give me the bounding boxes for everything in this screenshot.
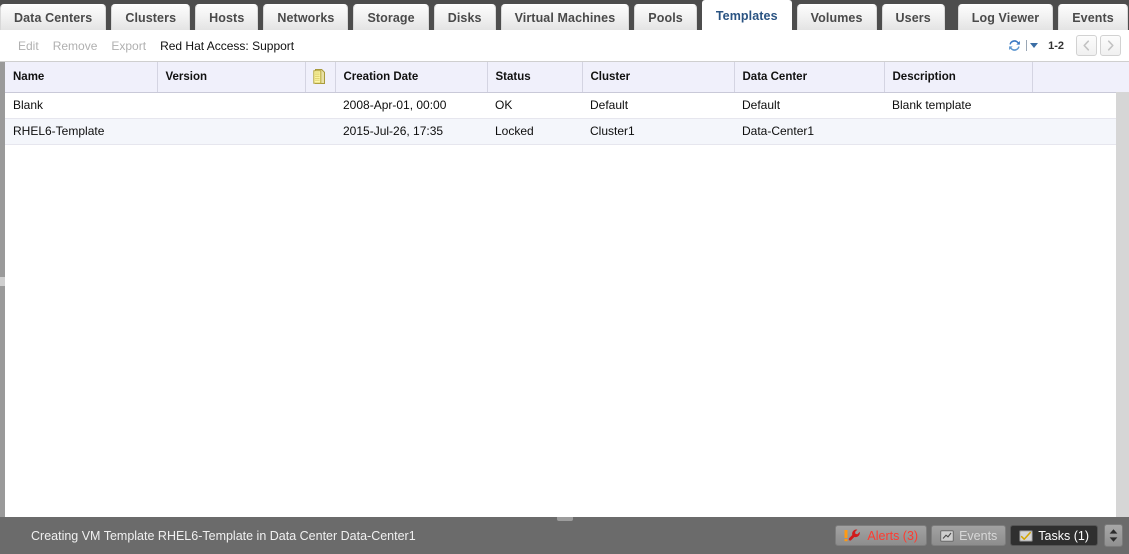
column-header-creation-date[interactable]: Creation Date [335, 62, 488, 93]
cell-name: Blank [5, 92, 157, 119]
events-button[interactable]: Events [931, 525, 1007, 546]
table-row[interactable]: RHEL6-Template 2015-Jul-26, 17:35 Locked Cl… [5, 118, 1129, 145]
alert-wrench-icon [844, 529, 862, 542]
cell-extra [1032, 92, 1129, 119]
toolbar-action-remove: Remove [52, 38, 98, 53]
column-header-label: Cluster [590, 70, 631, 83]
tab-pools[interactable]: Pools [634, 4, 697, 30]
templates-grid-container: Name Version Creation Date Status Cluster Dat… [5, 62, 1129, 517]
cell-status: OK [487, 92, 582, 119]
status-message: Creating VM Template RHEL6-Template in D… [31, 528, 416, 543]
toolbar-actions: Edit Remove Export Red Hat Access: Support [0, 37, 301, 55]
column-header-cluster[interactable]: Cluster [582, 62, 735, 93]
tab-volumes[interactable]: Volumes [796, 4, 877, 30]
cell-version [157, 118, 305, 145]
column-header-label: Description [892, 70, 956, 83]
cell-name: RHEL6-Template [5, 118, 157, 145]
alerts-button[interactable]: Alerts (3) [835, 525, 928, 546]
column-header-document-icon[interactable] [305, 62, 336, 93]
main-tab-bar: Data Centers Clusters Hosts Networks Storage… [0, 0, 1129, 30]
cell-note [305, 118, 335, 145]
tab-events[interactable]: Events [1058, 4, 1128, 30]
tab-networks[interactable]: Networks [263, 4, 349, 30]
column-header-description[interactable]: Description [884, 62, 1033, 93]
column-header-label: Name [13, 70, 45, 83]
previous-page-button[interactable] [1076, 35, 1097, 56]
tab-log-viewer[interactable]: Log Viewer [957, 4, 1054, 30]
cell-status: Locked [487, 118, 582, 145]
alerts-label: Alerts (3) [867, 528, 919, 543]
chevron-down-icon[interactable] [1030, 43, 1039, 48]
tasks-icon [1019, 529, 1034, 542]
tab-disks[interactable]: Disks [433, 4, 496, 30]
column-header-data-center[interactable]: Data Center [734, 62, 885, 93]
document-icon [312, 68, 326, 85]
events-icon [940, 529, 954, 542]
templates-table: Name Version Creation Date Status Cluster Dat… [5, 62, 1129, 145]
vertical-scrollbar[interactable] [1116, 92, 1129, 517]
events-label: Events [959, 528, 998, 543]
expand-collapse-icon[interactable] [1104, 524, 1123, 547]
tab-users[interactable]: Users [881, 4, 945, 30]
cell-creation-date: 2008-Apr-01, 00:00 [335, 92, 487, 119]
column-header-version[interactable]: Version [157, 62, 306, 93]
refresh-icon[interactable] [1007, 38, 1022, 53]
page-range-label: 1-2 [1048, 39, 1064, 52]
cell-data-center: Default [734, 92, 884, 119]
tasks-label: Tasks (1) [1038, 528, 1089, 543]
column-header-label: Data Center [742, 70, 808, 83]
tab-storage[interactable]: Storage [353, 4, 429, 30]
table-body: Blank 2008-Apr-01, 00:00 OK Default Default B… [5, 92, 1129, 145]
next-page-button[interactable] [1100, 35, 1121, 56]
column-header-name[interactable]: Name [5, 62, 158, 93]
cell-cluster: Cluster1 [582, 118, 734, 145]
cell-data-center: Data-Center1 [734, 118, 884, 145]
tab-virtual-machines[interactable]: Virtual Machines [500, 4, 630, 30]
tab-data-centers[interactable]: Data Centers [0, 4, 107, 30]
column-header-label: Status [495, 70, 531, 83]
column-header-label: Creation Date [343, 70, 419, 83]
table-row[interactable]: Blank 2008-Apr-01, 00:00 OK Default Default B… [5, 92, 1129, 119]
toolbar-action-red-hat-access-support[interactable]: Red Hat Access: Support [153, 37, 301, 55]
tab-clusters[interactable]: Clusters [111, 4, 191, 30]
cell-cluster: Default [582, 92, 734, 119]
cell-version [157, 92, 305, 119]
column-header-status[interactable]: Status [487, 62, 583, 93]
toolbar-separator [1026, 40, 1028, 51]
tab-hosts[interactable]: Hosts [195, 4, 259, 30]
toolbar-action-edit: Edit [18, 38, 39, 53]
action-toolbar: Edit Remove Export Red Hat Access: Support … [0, 30, 1129, 62]
tasks-button[interactable]: Tasks (1) [1010, 525, 1098, 546]
cell-description [884, 118, 1032, 145]
status-bar: Creating VM Template RHEL6-Template in D… [0, 517, 1129, 554]
cell-description: Blank template [884, 92, 1032, 119]
application-window: Data Centers Clusters Hosts Networks Storage… [0, 0, 1129, 554]
tab-templates[interactable]: Templates [701, 0, 792, 30]
status-bar-buttons: Alerts (3) Events Tasks (1) [835, 524, 1129, 547]
toolbar-action-export: Export [111, 38, 147, 53]
cell-note [305, 92, 335, 119]
cell-creation-date: 2015-Jul-26, 17:35 [335, 118, 487, 145]
table-header: Name Version Creation Date Status Cluster Dat… [5, 62, 1129, 93]
toolbar-pagination-group: 1-2 [1007, 35, 1129, 56]
column-header-label: Version [165, 70, 208, 83]
table-header-row: Name Version Creation Date Status Cluster Dat… [5, 62, 1129, 93]
bottom-panel-splitter[interactable] [556, 517, 573, 521]
column-header-spacer[interactable] [1032, 62, 1129, 93]
cell-extra [1032, 118, 1129, 145]
